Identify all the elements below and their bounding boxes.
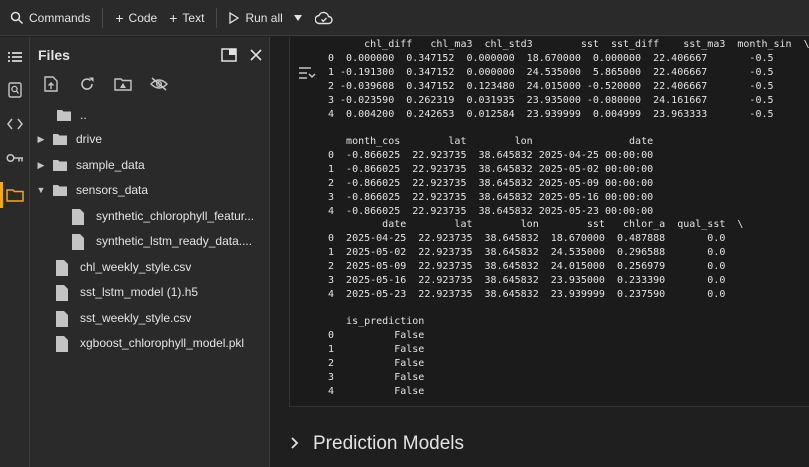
upload-button[interactable]: [40, 73, 62, 95]
file-item[interactable]: synthetic_chlorophyll_featur...: [30, 204, 270, 228]
cell-output: chl_diff chl_ma3 chl_std3 sst sst_diff s…: [289, 37, 809, 407]
file-icon: [56, 311, 72, 327]
chevron-down-icon: [293, 14, 303, 22]
sidebar-rail: [0, 37, 30, 467]
file-item[interactable]: sst_lstm_model (1).h5: [30, 280, 270, 304]
file-tree-label: sensors_data: [76, 183, 149, 197]
list-icon: [7, 50, 23, 64]
toggle-hidden-files-button[interactable]: [148, 73, 170, 95]
close-icon: [250, 49, 262, 61]
add-text-button[interactable]: + Text: [163, 5, 210, 31]
commands-label: Commands: [29, 10, 91, 25]
file-item[interactable]: xgboost_chlorophyll_model.pkl: [30, 331, 270, 355]
file-icon: [72, 209, 88, 225]
file-tree-label: synthetic_chlorophyll_featur...: [96, 209, 255, 223]
parent-directory-item[interactable]: ..: [30, 103, 270, 127]
file-tree-label: synthetic_lstm_ready_data....: [96, 234, 253, 248]
drive-status-button[interactable]: [311, 5, 337, 31]
file-icon: [56, 285, 72, 301]
commands-button[interactable]: Commands: [4, 5, 96, 31]
run-all-button[interactable]: Run all: [223, 5, 288, 31]
chevron-right-icon: [291, 436, 299, 452]
file-icon: [56, 336, 72, 352]
files-actions: [40, 73, 170, 97]
folder-item-drive[interactable]: ▶ drive: [30, 127, 270, 151]
toolbar-divider: [216, 7, 218, 28]
caret-down-icon: ▼: [36, 185, 46, 195]
caret-right-icon: ▶: [37, 159, 45, 170]
run-all-label: Run all: [245, 10, 283, 25]
folder-item-sample-data[interactable]: ▶ sample_data: [30, 153, 270, 177]
eye-off-icon: [150, 77, 168, 91]
file-item[interactable]: chl_weekly_style.csv: [30, 255, 270, 279]
folder-icon: [6, 188, 24, 202]
search-icon: [10, 11, 24, 25]
section-header-prediction-models[interactable]: Prediction Models: [291, 432, 464, 456]
secrets-button[interactable]: [3, 146, 27, 170]
play-icon: [229, 11, 240, 24]
folder-icon: [52, 132, 68, 146]
file-icon: [56, 260, 72, 276]
dataframe-output-part-1: chl_diff chl_ma3 chl_std3 sst sst_diff s…: [328, 39, 809, 120]
folder-icon: [52, 158, 68, 172]
window-icon: [221, 48, 237, 62]
folder-item-sensors-data[interactable]: ▼ sensors_data: [30, 178, 270, 202]
file-icon: [72, 234, 88, 250]
file-item[interactable]: synthetic_lstm_ready_data....: [30, 229, 270, 253]
top-toolbar: Commands + Code + Text Run all: [0, 0, 809, 36]
file-tree-label: sst_weekly_style.csv: [80, 311, 192, 325]
dataframe-output-part-3: date lat lon sst chlor_a qual_sst \ 0 20…: [328, 219, 744, 300]
file-tree-label: xgboost_chlorophyll_model.pkl: [80, 336, 245, 350]
run-options-dropdown[interactable]: [289, 5, 307, 31]
notebook-main: chl_diff chl_ma3 chl_std3 sst sst_diff s…: [271, 37, 809, 467]
file-tree-label: sst_lstm_model (1).h5: [80, 285, 199, 299]
open-in-tab-button[interactable]: [218, 44, 240, 66]
cloud-sync-icon: [314, 11, 333, 25]
mount-drive-button[interactable]: [112, 73, 134, 95]
folder-icon: [52, 183, 68, 197]
code-label: Code: [128, 10, 158, 25]
text-label: Text: [182, 10, 205, 25]
file-tree-label: chl_weekly_style.csv: [80, 260, 192, 274]
files-button[interactable]: [3, 183, 27, 207]
find-icon: [8, 82, 22, 98]
plus-icon: +: [115, 9, 124, 26]
caret-right-icon: ▶: [37, 133, 45, 144]
key-icon: [6, 152, 24, 164]
dataframe-output-part-2: month_cos lat lon date 0 -0.866025 22.92…: [328, 136, 654, 217]
find-replace-button[interactable]: [3, 78, 27, 102]
upload-file-icon: [44, 76, 58, 92]
table-of-contents-button[interactable]: [3, 45, 27, 69]
refresh-button[interactable]: [76, 73, 98, 95]
code-snippets-button[interactable]: [3, 112, 27, 136]
file-item[interactable]: sst_weekly_style.csv: [30, 306, 270, 330]
files-panel: Files .. ▶ drive ▶ sample_data ▼ sensors…: [30, 37, 270, 467]
section-title: Prediction Models: [313, 433, 465, 454]
close-panel-button[interactable]: [245, 44, 267, 66]
output-menu-icon: [298, 65, 316, 81]
code-brackets-icon: [7, 118, 23, 130]
refresh-icon: [79, 76, 95, 92]
folder-open-icon: [56, 108, 72, 122]
file-tree-label: sample_data: [76, 158, 145, 172]
file-tree-label: ..: [80, 108, 87, 122]
file-tree-label: drive: [76, 132, 103, 146]
add-code-button[interactable]: + Code: [109, 5, 163, 31]
plus-icon: +: [169, 9, 178, 26]
drive-folder-icon: [114, 77, 132, 91]
output-actions-button[interactable]: [298, 65, 318, 83]
dataframe-output-part-4: is_prediction 0 False 1 False 2 False 3 …: [328, 316, 425, 397]
files-panel-title: Files: [38, 47, 70, 63]
toolbar-divider: [102, 7, 104, 28]
